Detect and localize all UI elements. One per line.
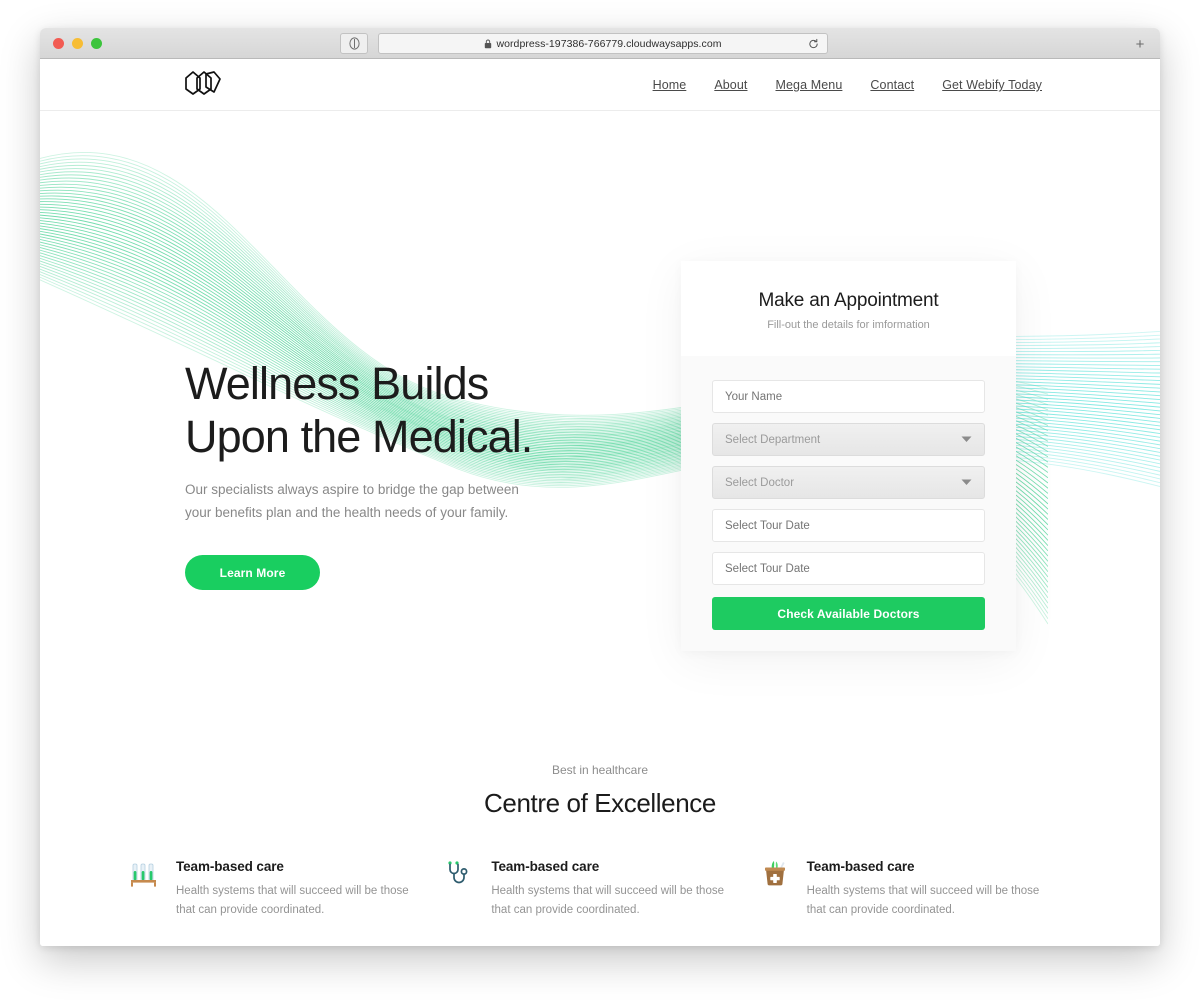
your-name-input[interactable] <box>712 380 985 413</box>
excellence-title: Centre of Excellence <box>484 788 716 818</box>
hero-section: Wellness Builds Upon the Medical. Our sp… <box>40 111 1160 689</box>
address-bar[interactable]: wordpress-197386-766779.cloudwaysapps.co… <box>378 33 828 54</box>
excellence-section: Best in healthcare Centre of Excellence <box>40 689 1160 946</box>
lock-icon <box>485 39 492 48</box>
new-tab-button[interactable]: + <box>1130 34 1150 54</box>
feature-text: Team-based care Health systems that will… <box>176 859 420 919</box>
feature-description: Health systems that will succeed will be… <box>491 885 724 916</box>
stethoscope-icon <box>442 859 476 899</box>
zoom-window-button[interactable] <box>91 38 102 49</box>
chevron-down-icon <box>961 479 972 486</box>
main-navigation: Home About Mega Menu Contact Get Webify … <box>653 59 1042 111</box>
feature-item: Team-based care Health systems that will… <box>442 859 757 919</box>
feature-item: Team-based care Health systems that will… <box>127 859 442 919</box>
appointment-title: Make an Appointment <box>758 290 939 311</box>
url-text: wordpress-197386-766779.cloudwaysapps.co… <box>496 37 722 50</box>
select-tour-date-input-2[interactable] <box>712 552 985 585</box>
nav-item-about[interactable]: About <box>714 78 747 92</box>
hero-copy: Wellness Builds Upon the Medical. Our sp… <box>185 357 685 591</box>
medical-herb-pot-icon <box>758 859 792 899</box>
hero-title-line-2: Upon the Medical. <box>185 411 533 463</box>
select-tour-date-input-1[interactable] <box>712 509 985 542</box>
learn-more-button[interactable]: Learn More <box>185 555 320 591</box>
appointment-subtitle: Fill-out the details for imformation <box>767 319 930 331</box>
select-doctor-dropdown[interactable]: Select Doctor <box>712 466 985 499</box>
select-doctor-label: Select Doctor <box>725 476 795 489</box>
reload-icon <box>809 38 818 48</box>
test-tubes-icon <box>127 859 161 899</box>
feature-title: Team-based care <box>176 859 284 874</box>
nav-item-get-webify-today[interactable]: Get Webify Today <box>942 78 1042 92</box>
close-window-button[interactable] <box>53 38 64 49</box>
hero-title: Wellness Builds Upon the Medical. <box>185 357 685 463</box>
feature-text: Team-based care Health systems that will… <box>807 859 1051 919</box>
feature-title: Team-based care <box>491 859 600 874</box>
appointment-card: Make an Appointment Fill-out the details… <box>681 261 1016 651</box>
feature-description: Health systems that will succeed will be… <box>806 885 1040 916</box>
hero-subtitle: Our specialists always aspire to bridge … <box>185 482 519 521</box>
browser-window: wordpress-197386-766779.cloudwaysapps.co… <box>40 28 1160 946</box>
appointment-card-header: Make an Appointment Fill-out the details… <box>681 261 1016 356</box>
reader-view-button[interactable] <box>340 33 368 54</box>
nav-item-mega-menu[interactable]: Mega Menu <box>775 78 842 92</box>
select-department-label: Select Department <box>725 433 821 446</box>
feature-item: Team-based care Health systems that will… <box>758 859 1073 919</box>
check-available-doctors-button[interactable]: Check Available Doctors <box>712 597 985 630</box>
chevron-down-icon <box>961 436 972 443</box>
nav-item-home[interactable]: Home <box>653 78 687 92</box>
feature-text: Team-based care Health systems that will… <box>491 859 735 919</box>
reload-button[interactable] <box>808 38 819 49</box>
select-department-dropdown[interactable]: Select Department <box>712 423 985 456</box>
minimize-window-button[interactable] <box>72 38 83 49</box>
browser-titlebar: wordpress-197386-766779.cloudwaysapps.co… <box>40 28 1160 59</box>
webify-logo[interactable] <box>183 67 223 104</box>
appointment-form: Select Department Select Doctor Check <box>681 356 1016 630</box>
hero-title-line-1: Wellness Builds <box>185 358 489 409</box>
excellence-eyebrow: Best in healthcare <box>551 763 649 777</box>
nav-item-contact[interactable]: Contact <box>870 78 914 92</box>
logo-icon <box>185 71 221 95</box>
window-controls <box>53 38 102 49</box>
site-header: Home About Mega Menu Contact Get Webify … <box>40 59 1160 111</box>
feature-description: Health systems that will succeed will be… <box>176 885 409 916</box>
features-grid: Team-based care Health systems that will… <box>127 859 1073 946</box>
webpage-viewport: Home About Mega Menu Contact Get Webify … <box>40 59 1160 946</box>
address-bar-content: wordpress-197386-766779.cloudwaysapps.co… <box>484 38 721 50</box>
reader-view-icon <box>348 37 360 50</box>
feature-title: Team-based care <box>806 859 915 874</box>
